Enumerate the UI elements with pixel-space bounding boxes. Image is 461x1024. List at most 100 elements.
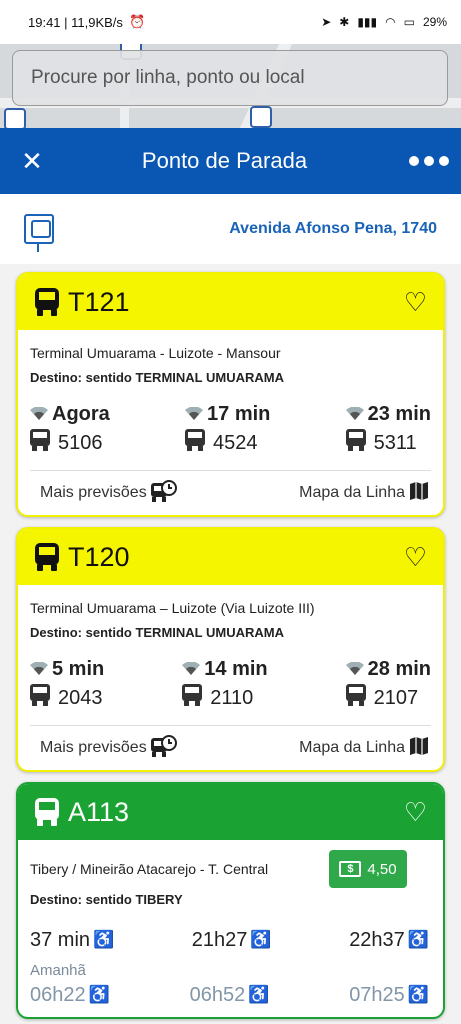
bus-icon — [30, 684, 50, 712]
schedule-item: 06h52 ♿ — [190, 981, 270, 1009]
money-icon: $ — [339, 861, 362, 877]
line-cards: T121 ♡ Terminal Umuarama - Luizote - Man… — [16, 272, 445, 1024]
signal-icon — [185, 407, 204, 421]
line-map-button[interactable]: Mapa da Linha — [299, 481, 429, 506]
more-predictions-button[interactable]: Mais previsões — [40, 479, 177, 508]
predictions: 5 min 2043 14 min 2110 28 min 2107 — [30, 655, 431, 713]
more-dots-icon[interactable] — [397, 156, 461, 166]
schedule-time: 06h52 — [189, 983, 246, 1006]
prediction-item: Agora 5106 — [30, 400, 110, 458]
predictions: Agora 5106 17 min 4524 23 min 5311 — [30, 400, 431, 458]
line-card-header: A113 ♡ — [18, 784, 443, 840]
map-bus-stop-icon[interactable] — [250, 106, 272, 128]
line-card[interactable]: T121 ♡ Terminal Umuarama - Luizote - Man… — [16, 272, 445, 517]
line-code: T120 — [68, 541, 130, 572]
vehicle-number: 2043 — [58, 686, 103, 709]
schedule-tomorrow: 06h22 ♿ 06h52 ♿ 07h25 ♿ — [30, 981, 431, 1009]
heart-icon[interactable]: ♡ — [404, 544, 427, 570]
signal-icon — [345, 662, 364, 676]
battery-level: 29% — [422, 15, 447, 29]
stop-info: Avenida Afonso Pena, 1740 — [0, 194, 461, 264]
vehicle-number: 2110 — [210, 686, 254, 709]
bus-icon — [185, 429, 206, 457]
schedule-item: 22h37 ♿ — [349, 926, 429, 954]
line-code: T121 — [68, 286, 130, 317]
wheelchair-icon: ♿ — [88, 985, 110, 1004]
schedule-time: 21h27 — [191, 928, 248, 951]
line-map-label: Mapa da Linha — [299, 739, 405, 756]
route-name: Tibery / Mineirão Atacarejo - T. Central — [30, 861, 269, 877]
bluetooth-icon: ✱ — [339, 15, 350, 29]
signal-icon — [30, 407, 48, 421]
line-card-header: T120 ♡ — [18, 529, 443, 585]
prediction-time: Agora — [52, 402, 110, 425]
fare-badge: $ 4,50 — [329, 850, 407, 888]
page-title: Ponto de Parada — [141, 148, 308, 173]
prediction-item: 28 min 2107 — [345, 655, 431, 713]
heart-icon[interactable]: ♡ — [404, 289, 427, 315]
schedule-item: 06h22 ♿ — [30, 981, 110, 1009]
wifi-status-icon: ◠ — [385, 15, 396, 29]
bus-icon — [34, 288, 60, 316]
route-name: Terminal Umuarama - Luizote - Mansour — [30, 345, 281, 361]
signal-icon — [182, 662, 201, 676]
wheelchair-icon: ♿ — [250, 930, 272, 949]
line-map-button[interactable]: Mapa da Linha — [299, 736, 429, 761]
map-icon — [409, 481, 429, 506]
prediction-item: 23 min 5311 — [345, 400, 431, 458]
line-card[interactable]: A113 ♡ Tibery / Mineirão Atacarejo - T. … — [16, 782, 445, 1019]
map-icon — [409, 736, 429, 761]
bus-icon — [30, 429, 50, 457]
bus-stop-icon — [24, 214, 54, 252]
location-icon: ➤ — [321, 15, 332, 29]
signal-icon — [30, 662, 48, 676]
tomorrow-label: Amanhã — [30, 962, 86, 979]
line-card[interactable]: T120 ♡ Terminal Umuarama – Luizote (Via … — [16, 527, 445, 772]
line-code: A113 — [68, 796, 130, 827]
fare-value: 4,50 — [367, 860, 397, 878]
prediction-time: 28 min — [367, 657, 431, 680]
more-predictions-label: Mais previsões — [40, 484, 147, 501]
line-map-label: Mapa da Linha — [299, 484, 405, 501]
alarm-icon: ⏰ — [128, 14, 146, 29]
prediction-item: 17 min 4524 — [185, 400, 270, 458]
wheelchair-icon: ♿ — [93, 930, 115, 949]
bus-icon — [182, 684, 203, 712]
heart-icon[interactable]: ♡ — [404, 799, 427, 825]
vehicle-number: 2107 — [373, 686, 419, 709]
battery-icon: ▭ — [403, 15, 415, 29]
prediction-item: 14 min 2110 — [182, 655, 268, 713]
schedule-time: 37 min — [30, 928, 91, 951]
wheelchair-icon: ♿ — [248, 985, 270, 1004]
signal-icon — [345, 407, 364, 421]
bus-icon — [345, 684, 366, 712]
bus-icon — [345, 429, 366, 457]
prediction-item: 5 min 2043 — [30, 655, 104, 713]
search-placeholder: Procure por linha, ponto ou local — [31, 67, 305, 88]
bus-schedule-icon — [150, 479, 177, 508]
top-bar: ✕ Ponto de Parada — [0, 128, 461, 194]
prediction-time: 23 min — [367, 402, 431, 425]
route-name: Terminal Umuarama – Luizote (Via Luizote… — [30, 600, 315, 616]
schedule-today: 37 min ♿ 21h27 ♿ 22h37 ♿ — [30, 926, 431, 954]
vehicle-number: 5106 — [58, 431, 103, 454]
destination: Destino: sentido TERMINAL UMUARAMA — [30, 370, 284, 385]
destination: Destino: sentido TERMINAL UMUARAMA — [30, 625, 284, 640]
bus-icon — [34, 798, 60, 826]
schedule-item: 21h27 ♿ — [192, 926, 272, 954]
search-input[interactable]: Procure por linha, ponto ou local — [12, 50, 448, 106]
more-predictions-label: Mais previsões — [40, 739, 147, 756]
schedule-time: 06h22 — [30, 983, 86, 1006]
wheelchair-icon: ♿ — [407, 930, 429, 949]
destination: Destino: sentido TIBERY — [30, 892, 183, 907]
more-predictions-button[interactable]: Mais previsões — [40, 734, 177, 763]
stop-address[interactable]: Avenida Afonso Pena, 1740 — [54, 220, 437, 238]
vehicle-number: 5311 — [373, 431, 417, 454]
cell-signal-icon: ▮▮▮ — [357, 15, 378, 29]
prediction-time: 5 min — [52, 657, 105, 680]
map-bus-stop-icon[interactable] — [4, 108, 26, 130]
prediction-time: 14 min — [204, 657, 268, 680]
line-card-header: T121 ♡ — [18, 274, 443, 330]
schedule-time: 22h37 — [349, 928, 405, 951]
close-icon[interactable]: ✕ — [0, 146, 64, 177]
